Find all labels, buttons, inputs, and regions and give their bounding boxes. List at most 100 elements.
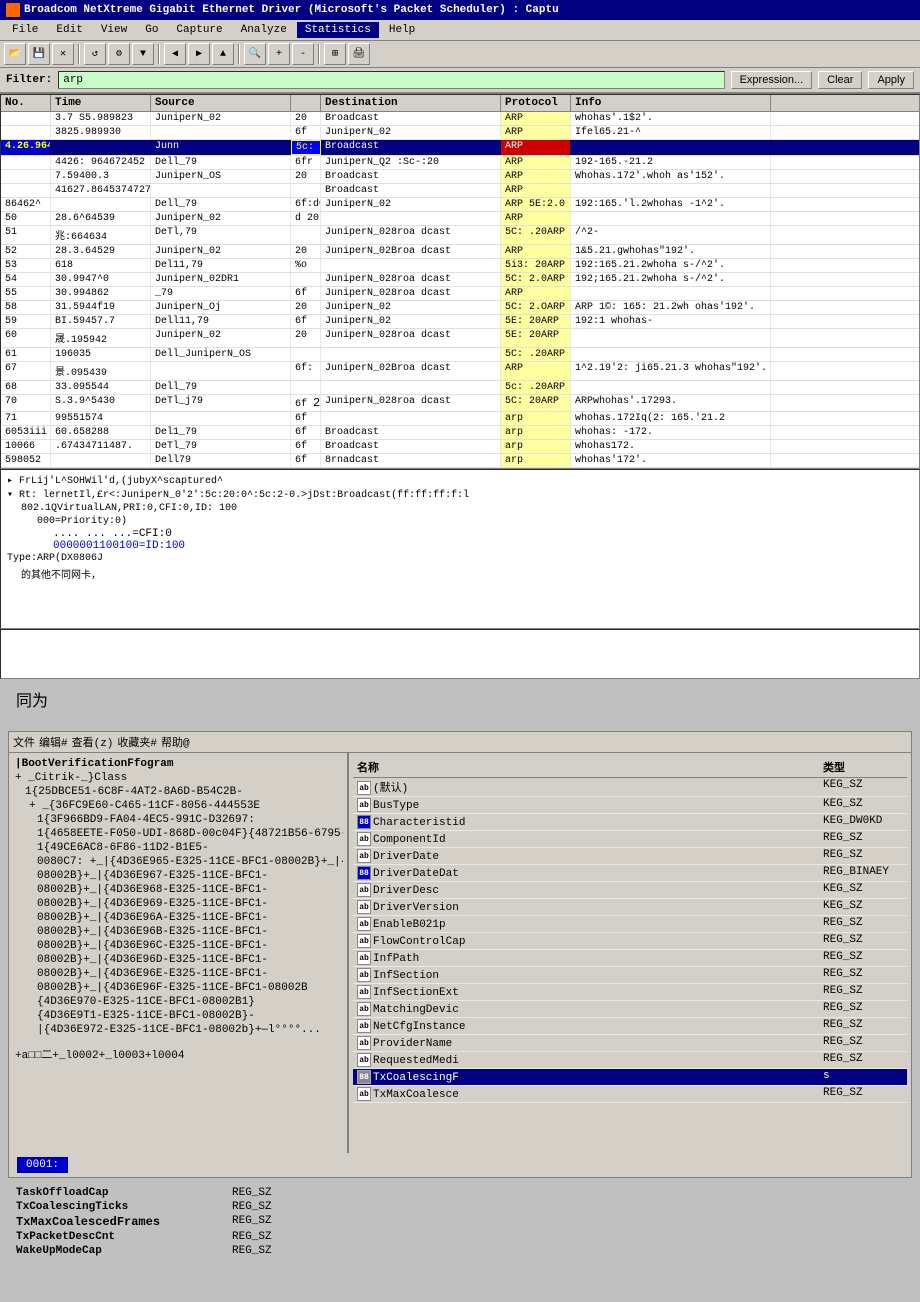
registry-value-row[interactable]: abFlowControlCap REG_SZ (353, 933, 907, 950)
col-proto: Protocol (501, 95, 571, 111)
table-row[interactable]: 41627.8645374727< Broadcast ARP (1, 184, 919, 198)
registry-value-row[interactable]: abDriverDate REG_SZ (353, 848, 907, 865)
filter-clear-btn[interactable]: Clear (818, 71, 862, 89)
menu-edit[interactable]: Edit (48, 22, 90, 38)
annotation-text: 同为 (16, 687, 904, 711)
table-row[interactable]: 6053iii 60.658288 Del1_79 6f Broadcast a… (1, 426, 919, 440)
tree-item[interactable]: 08002B}+_|{4D36E969-E325-11CE-BFC1- (13, 897, 343, 911)
menu-capture[interactable]: Capture (168, 22, 230, 38)
toolbar-open[interactable]: 📂 (4, 43, 26, 65)
table-row[interactable]: 71 99551574 6f arp whohas.172Iq(2: 165.'… (1, 412, 919, 426)
toolbar-save[interactable]: 💾 (28, 43, 50, 65)
table-row[interactable]: 7.59400.3 JuniperN_OS 20 Broadcast ARP W… (1, 170, 919, 184)
table-row[interactable]: 59 BI.59457.7 Dell11,79 6f JuniperN_02 5… (1, 315, 919, 329)
table-row[interactable]: 55 30.994862 _79 6f JuniperN_028roa dcas… (1, 287, 919, 301)
registry-value-row[interactable]: abInfSectionExt REG_SZ (353, 984, 907, 1001)
reg-ab-icon: ab (357, 1087, 371, 1101)
tree-item[interactable]: 08002B}+_|{4D36E96F-E325-11CE-BFC1-08002… (13, 981, 343, 995)
registry-value-row[interactable]: abRequestedMedi REG_SZ (353, 1052, 907, 1069)
registry-value-row[interactable]: abTxMaxCoalesce REG_SZ (353, 1086, 907, 1103)
registry-value-row[interactable]: abComponentId REG_SZ (353, 831, 907, 848)
reg-menu-file[interactable]: 文件 (13, 734, 35, 750)
tree-item[interactable]: 1{3F966BD9-FA04-4EC5-991C-D32697: (13, 813, 343, 827)
toolbar-zoom-in[interactable]: + (268, 43, 290, 65)
filter-expression-btn[interactable]: Expression... (731, 71, 813, 89)
tree-item[interactable]: {4D36E970-E325-11CE-BFC1-08002B1} (13, 995, 343, 1009)
reg-menu-favorites[interactable]: 收藏夹# (117, 734, 157, 750)
tree-item[interactable]: 08002B}+_|{4D36E96D-E325-11CE-BFC1- (13, 953, 343, 967)
reg-menu-view[interactable]: 查看(z) (72, 734, 114, 750)
toolbar-search[interactable]: 🔍 (244, 43, 266, 65)
table-row[interactable]: 60 晟.195942 JuniperN_02 20 JuniperN_028r… (1, 329, 919, 348)
table-row[interactable]: 61 196035 Dell_JuniperN_OS 5C: .20ARP (1, 348, 919, 362)
table-row[interactable]: 4.26.964567 Junn 5c: 2 Broadcast ARP (1, 140, 919, 156)
table-row[interactable]: 68 33.095544 Dell_79 5c: .20ARP (1, 381, 919, 395)
table-row[interactable]: 58 31.5944f19 JuniperN_Oj 20 JuniperN_02… (1, 301, 919, 315)
menu-help[interactable]: Help (381, 22, 423, 38)
reg-menu-edit[interactable]: 编辑# (39, 734, 68, 750)
tree-item[interactable]: 08002B}+_|{4D36E96A-E325-11CE-BFC1- (13, 911, 343, 925)
tree-item[interactable]: + _Citrik-_}Class (13, 771, 343, 785)
tree-item[interactable]: 1{49CE6AC8-6F86-11D2-B1E5- (13, 841, 343, 855)
tree-item[interactable]: 0080C7: +_|{4D36E965-E325-11CE-BFC1-0800… (13, 855, 343, 869)
table-row[interactable]: 52 28.3.64529 JuniperN_02 20 JuniperN_02… (1, 245, 919, 259)
registry-value-row[interactable]: ab(默认) KEG_SZ (353, 778, 907, 797)
tree-item[interactable]: 08002B}+_|{4D36E96E-E325-11CE-BFC1- (13, 967, 343, 981)
table-row[interactable]: 3825.989930 6f JuniperN_02 ARP Ifel65.21… (1, 126, 919, 140)
table-row[interactable]: 10066 .67434711487. DeTl_79 6f Broadcast… (1, 440, 919, 454)
reg-menu-help[interactable]: 帮助@ (161, 734, 190, 750)
tree-item[interactable]: 1{4658EETE-F050-UDI-868D-00c04F}{48721B5… (13, 827, 343, 841)
filter-apply-btn[interactable]: Apply (868, 71, 914, 89)
tree-item[interactable]: 08002B}+_|{4D36E96B-E325-11CE-BFC1- (13, 925, 343, 939)
registry-value-row[interactable]: abMatchingDevic REG_SZ (353, 1001, 907, 1018)
menu-statistics[interactable]: Statistics (297, 22, 379, 38)
table-row[interactable]: 86462^ Dell_79 6f:dC JuniperN_02 ARP 5E:… (1, 198, 919, 212)
toolbar-zoom-out[interactable]: - (292, 43, 314, 65)
bottom-value-row: WakeUpModeCap REG_SZ (16, 1244, 904, 1258)
toolbar-reload[interactable]: ↺ (84, 43, 106, 65)
tree-item-bottom[interactable]: +a□□二+_l0002+_l0003+l0004 (13, 1045, 343, 1063)
menu-analyze[interactable]: Analyze (233, 22, 295, 38)
toolbar-close[interactable]: ✕ (52, 43, 74, 65)
menu-go[interactable]: Go (137, 22, 166, 38)
tree-item[interactable]: + _{36FC9E60-C465-11CF-8056-444553E (13, 799, 343, 813)
toolbar-forward[interactable]: ▶ (188, 43, 210, 65)
registry-value-row[interactable]: 88Characteristid KEG_DW0KD (353, 814, 907, 831)
tree-item[interactable]: |{4D36E972-E325-11CE-BFC1-08002b}+—l°°°°… (13, 1023, 343, 1037)
registry-value-row[interactable]: abBusType KEG_SZ (353, 797, 907, 814)
registry-value-row[interactable]: abInfSection REG_SZ (353, 967, 907, 984)
tree-item[interactable]: 08002B}+_|{4D36E96C-E325-11CE-BFC1- (13, 939, 343, 953)
table-row[interactable]: 51 兆:664634 DeTl,79 JuniperN_028roa dcas… (1, 226, 919, 245)
menu-file[interactable]: File (4, 22, 46, 38)
menu-view[interactable]: View (93, 22, 135, 38)
table-row[interactable]: 598052 Dell79 6f 8rnadcast arp whohas'17… (1, 454, 919, 468)
filter-input[interactable] (58, 71, 724, 89)
registry-value-row[interactable]: 88DriverDateDat REG_BINAEY (353, 865, 907, 882)
tree-item[interactable]: 1{25DBCE51-6C8F-4AT2-8A6D-B54C2B- (13, 785, 343, 799)
registry-value-row[interactable]: abDriverVersion KEG_SZ (353, 899, 907, 916)
registry-value-row[interactable]: abEnableB021p REG_SZ (353, 916, 907, 933)
table-row[interactable]: 70 S.3.9^5430 DeTl_j79 6f 20 JuniperN_02… (1, 395, 919, 412)
registry-value-row[interactable]: abProviderName REG_SZ (353, 1035, 907, 1052)
table-row[interactable]: 50 28.6^64539 JuniperN_02 d 20 ARP (1, 212, 919, 226)
tree-item[interactable]: {4D36E9T1-E325-11CE-BFC1-08002B}- (13, 1009, 343, 1023)
table-row[interactable]: 67 景.095439 6f: JuniperN_02Broa dcast AR… (1, 362, 919, 381)
tree-item[interactable]: 08002B}+_|{4D36E968-E325-11CE-BFC1- (13, 883, 343, 897)
table-row[interactable]: 4426: 964672452 Dell_79 6fr JuniperN_Q2 … (1, 156, 919, 170)
toolbar-columns[interactable]: ⊞ (324, 43, 346, 65)
reg-ab-icon: ab (357, 951, 371, 965)
table-row[interactable]: 53 618 Del11,79 %o 5i3: 20ARP 192:165.21… (1, 259, 919, 273)
toolbar-print[interactable]: 🖨 (348, 43, 370, 65)
registry-value-row-selected[interactable]: 88TxCoalescingF s (353, 1069, 907, 1086)
registry-value-row[interactable]: abDriverDesc KEG_SZ (353, 882, 907, 899)
tree-item[interactable]: 08002B}+_|{4D36E967-E325-11CE-BFC1- (13, 869, 343, 883)
registry-value-row[interactable]: abNetCfgInstance REG_SZ (353, 1018, 907, 1035)
toolbar-back[interactable]: ◀ (164, 43, 186, 65)
table-row[interactable]: 3.7 S5.989823 JuniperN_02 20 Broadcast A… (1, 112, 919, 126)
toolbar-settings[interactable]: ⚙ (108, 43, 130, 65)
registry-value-row[interactable]: abInfPath REG_SZ (353, 950, 907, 967)
blue-nav-btn[interactable]: 0001: (17, 1157, 68, 1173)
toolbar-filter[interactable]: ▼ (132, 43, 154, 65)
table-row[interactable]: 54 30.9947^0 JuniperN_02DR1 JuniperN_028… (1, 273, 919, 287)
toolbar-up[interactable]: ▲ (212, 43, 234, 65)
